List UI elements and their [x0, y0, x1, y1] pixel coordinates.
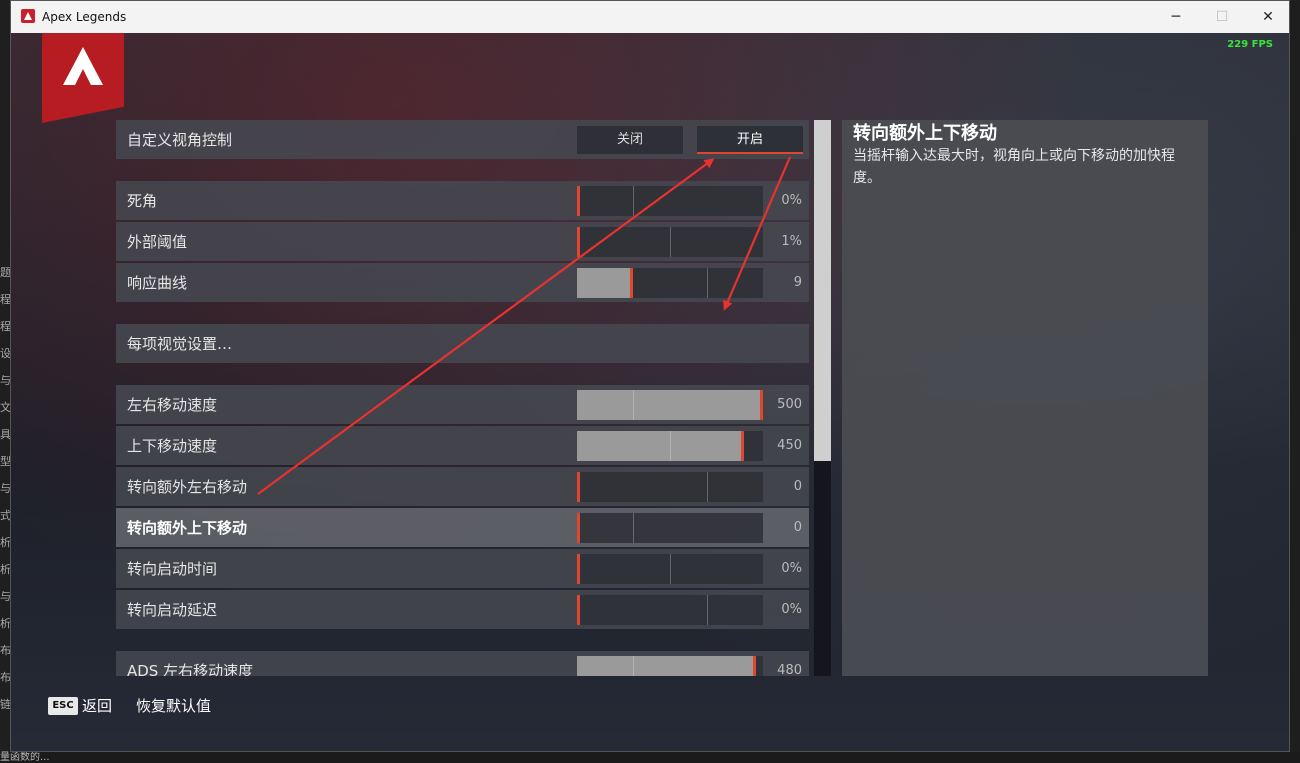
slider-default-marker	[670, 554, 671, 584]
close-button[interactable]: ✕	[1245, 1, 1289, 33]
slider-track[interactable]	[577, 227, 763, 257]
description-title: 转向额外上下移动	[853, 123, 997, 144]
slider-value: 1%	[781, 234, 802, 249]
settings-scrollbar[interactable]	[814, 120, 831, 676]
slider-handle[interactable]	[630, 268, 633, 298]
slider-default-marker	[633, 513, 634, 543]
setting-label: 响应曲线	[127, 274, 188, 292]
look-speed-group-row-4[interactable]: 转向启动时间 0%	[116, 549, 809, 588]
apex-app-icon	[21, 9, 35, 23]
setting-label: 转向启动延迟	[127, 601, 218, 619]
slider-default-marker	[707, 595, 708, 625]
slider-track[interactable]	[577, 513, 763, 543]
reset-defaults-button[interactable]: 恢复默认值	[136, 696, 211, 716]
apex-logo-icon	[63, 47, 103, 85]
minimize-button[interactable]: ─	[1153, 1, 1199, 33]
slider-handle[interactable]	[741, 431, 744, 461]
window-title: Apex Legends	[42, 10, 127, 24]
slider-value: 480	[777, 663, 802, 676]
apex-logo	[42, 33, 124, 123]
setting-label: 外部阈值	[127, 233, 188, 251]
title-bar[interactable]: Apex Legends ─ ☐ ✕	[11, 1, 1289, 33]
scrollbar-thumb[interactable]	[814, 120, 831, 461]
slider-track[interactable]	[577, 390, 763, 420]
toggle-on-button[interactable]: 开启	[697, 126, 803, 154]
slider-default-marker	[633, 656, 634, 676]
slider-handle[interactable]	[577, 186, 580, 216]
fps-counter: 229 FPS	[1227, 39, 1273, 50]
look-speed-group-row-0[interactable]: 左右移动速度 500	[116, 385, 809, 424]
slider-track[interactable]	[577, 656, 763, 676]
slider-default-marker	[707, 472, 708, 502]
slider-default-marker	[633, 186, 634, 216]
desktop-bottom-strip: 量函数的...	[0, 752, 1300, 763]
back-button[interactable]: 返回	[82, 696, 112, 716]
slider-handle[interactable]	[577, 227, 580, 257]
slider-value: 500	[777, 397, 802, 412]
slider-value: 0%	[781, 193, 802, 208]
toggle-off-button[interactable]: 关闭	[577, 126, 683, 154]
setting-label: 死角	[127, 192, 158, 210]
slider-fill	[577, 390, 763, 420]
desktop-bottom-text: 量函数的...	[0, 752, 50, 763]
description-panel: 转向额外上下移动 当摇杆输入达最大时，视角向上或向下移动的加快程度。	[842, 120, 1208, 676]
setting-label: ADS 左右移动速度	[127, 662, 254, 676]
slider-fill	[577, 268, 633, 298]
custom-look-label: 自定义视角控制	[127, 131, 233, 149]
setting-label: 转向额外上下移动	[127, 519, 248, 537]
slider-handle[interactable]	[577, 595, 580, 625]
slider-value: 0	[793, 479, 802, 494]
slider-handle[interactable]	[753, 656, 756, 676]
description-text: 当摇杆输入达最大时，视角向上或向下移动的加快程度。	[853, 148, 1175, 186]
dead-zone-group-row-1[interactable]: 外部阈值 1%	[116, 222, 809, 261]
look-speed-group-row-3[interactable]: 转向额外上下移动 0	[116, 508, 809, 547]
slider-default-marker	[707, 268, 708, 298]
slider-handle[interactable]	[760, 390, 763, 420]
dead-zone-group-row-0[interactable]: 死角 0%	[116, 181, 809, 220]
slider-handle[interactable]	[577, 472, 580, 502]
slider-fill	[577, 656, 756, 676]
slider-value: 0%	[781, 602, 802, 617]
look-speed-group-row-2[interactable]: 转向额外左右移动 0	[116, 467, 809, 506]
look-speed-group-row-5[interactable]: 转向启动延迟 0%	[116, 590, 809, 629]
slider-handle[interactable]	[577, 513, 580, 543]
slider-track[interactable]	[577, 186, 763, 216]
setting-label: 上下移动速度	[127, 437, 218, 455]
slider-default-marker	[670, 227, 671, 257]
slider-value: 0%	[781, 561, 802, 576]
slider-value: 9	[793, 275, 802, 290]
ads-group-row-0[interactable]: ADS 左右移动速度 480	[116, 651, 809, 676]
game-viewport: 229 FPS 自定义视角控制 关闭 开启 死角 0% 外部阈值 1% 响应曲线 9 每项…	[11, 33, 1289, 751]
esc-key-icon[interactable]: ESC	[48, 697, 78, 715]
slider-track[interactable]	[577, 472, 763, 502]
slider-value: 450	[777, 438, 802, 453]
slider-track[interactable]	[577, 595, 763, 625]
slider-track[interactable]	[577, 268, 763, 298]
setting-label: 转向额外左右移动	[127, 478, 248, 496]
slider-default-marker	[670, 431, 671, 461]
per-optic-label: 每项视觉设置…	[127, 335, 233, 353]
setting-label: 转向启动时间	[127, 560, 218, 578]
dead-zone-group-row-2[interactable]: 响应曲线 9	[116, 263, 809, 302]
slider-fill	[577, 431, 744, 461]
slider-handle[interactable]	[577, 554, 580, 584]
settings-list: 自定义视角控制 关闭 开启 死角 0% 外部阈值 1% 响应曲线 9 每项视觉设置… 左右…	[116, 120, 809, 676]
slider-value: 0	[793, 520, 802, 535]
desktop-right-strip	[1290, 0, 1300, 763]
custom-look-row: 自定义视角控制 关闭 开启	[116, 120, 809, 159]
game-window: Apex Legends ─ ☐ ✕ 229 FPS 自定义视角控制 关闭 开启…	[10, 0, 1290, 752]
slider-default-marker	[633, 390, 634, 420]
setting-label: 左右移动速度	[127, 396, 218, 414]
maximize-button[interactable]: ☐	[1199, 1, 1245, 33]
look-speed-group-row-1[interactable]: 上下移动速度 450	[116, 426, 809, 465]
slider-track[interactable]	[577, 431, 763, 461]
per-optic-settings-row[interactable]: 每项视觉设置…	[116, 324, 809, 363]
slider-track[interactable]	[577, 554, 763, 584]
